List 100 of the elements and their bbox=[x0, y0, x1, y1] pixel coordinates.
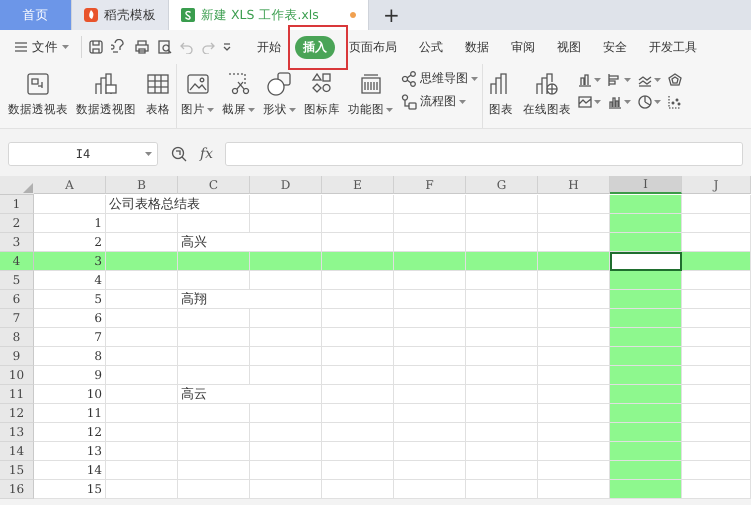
table-cell[interactable] bbox=[178, 214, 250, 233]
table-cell[interactable] bbox=[178, 423, 250, 442]
table-cell[interactable]: 3 bbox=[34, 252, 106, 271]
table-cell[interactable] bbox=[610, 385, 682, 404]
table-cell[interactable] bbox=[610, 366, 682, 385]
table-cell[interactable]: 12 bbox=[34, 423, 106, 442]
table-cell[interactable] bbox=[322, 480, 394, 499]
file-menu[interactable]: 文件 bbox=[14, 38, 75, 56]
table-cell[interactable] bbox=[610, 347, 682, 366]
row-header[interactable]: 16 bbox=[0, 480, 34, 499]
ribbon-button[interactable]: 思维导图 bbox=[401, 70, 478, 87]
table-cell[interactable] bbox=[178, 461, 250, 480]
table-cell[interactable] bbox=[610, 195, 682, 214]
table-cell[interactable] bbox=[322, 423, 394, 442]
table-cell[interactable] bbox=[394, 328, 466, 347]
chart-type-button[interactable] bbox=[637, 94, 661, 110]
table-cell[interactable] bbox=[610, 404, 682, 423]
chart-type-button[interactable] bbox=[577, 72, 601, 88]
ribbon-button[interactable]: 图标库 bbox=[300, 68, 344, 119]
formula-input[interactable] bbox=[225, 142, 743, 166]
row-header[interactable]: 15 bbox=[0, 461, 34, 480]
table-cell[interactable] bbox=[250, 442, 322, 461]
column-header[interactable]: J bbox=[682, 176, 751, 194]
table-cell[interactable] bbox=[610, 309, 682, 328]
column-header[interactable]: G bbox=[466, 176, 538, 194]
table-cell[interactable] bbox=[466, 328, 538, 347]
table-cell[interactable] bbox=[682, 461, 751, 480]
table-cell[interactable] bbox=[682, 214, 751, 233]
table-cell[interactable] bbox=[322, 404, 394, 423]
table-cell[interactable] bbox=[178, 404, 250, 423]
table-cell[interactable] bbox=[682, 195, 751, 214]
table-cell[interactable] bbox=[106, 290, 178, 309]
column-header[interactable]: H bbox=[538, 176, 610, 194]
table-cell[interactable] bbox=[682, 442, 751, 461]
new-tab-button[interactable]: + bbox=[369, 0, 414, 30]
table-cell[interactable] bbox=[178, 347, 250, 366]
table-cell[interactable] bbox=[106, 366, 178, 385]
table-cell[interactable] bbox=[394, 214, 466, 233]
table-cell[interactable] bbox=[610, 233, 682, 252]
column-header[interactable]: A bbox=[34, 176, 106, 194]
table-cell[interactable] bbox=[466, 214, 538, 233]
table-cell[interactable] bbox=[250, 366, 322, 385]
table-cell[interactable] bbox=[610, 461, 682, 480]
table-cell[interactable] bbox=[394, 309, 466, 328]
table-cell[interactable] bbox=[178, 252, 250, 271]
ribbon-button[interactable]: 流程图 bbox=[401, 93, 478, 110]
table-cell[interactable] bbox=[466, 347, 538, 366]
table-cell[interactable]: 14 bbox=[34, 461, 106, 480]
table-cell[interactable] bbox=[106, 309, 178, 328]
table-cell[interactable] bbox=[466, 385, 538, 404]
table-cell[interactable] bbox=[250, 252, 322, 271]
row-header[interactable]: 3 bbox=[0, 233, 34, 252]
table-cell[interactable] bbox=[106, 480, 178, 499]
table-cell[interactable] bbox=[610, 442, 682, 461]
ribbon-button[interactable]: 功能图 bbox=[344, 68, 397, 119]
table-cell[interactable] bbox=[250, 309, 322, 328]
row-header[interactable]: 5 bbox=[0, 271, 34, 290]
row-header[interactable]: 4 bbox=[0, 252, 34, 271]
table-cell[interactable] bbox=[394, 271, 466, 290]
table-cell[interactable] bbox=[106, 404, 178, 423]
table-cell[interactable] bbox=[178, 271, 250, 290]
table-cell[interactable] bbox=[250, 404, 322, 423]
table-cell[interactable] bbox=[682, 252, 751, 271]
ribbon-tab[interactable]: 数据 bbox=[457, 36, 497, 58]
ribbon-button[interactable]: 数据透视表 bbox=[4, 68, 72, 119]
table-cell[interactable] bbox=[250, 328, 322, 347]
column-header[interactable]: B bbox=[106, 176, 178, 194]
table-cell[interactable] bbox=[610, 423, 682, 442]
table-cell[interactable] bbox=[682, 271, 751, 290]
table-cell[interactable] bbox=[322, 347, 394, 366]
row-header[interactable]: 12 bbox=[0, 404, 34, 423]
chart-type-button[interactable] bbox=[667, 72, 683, 88]
table-cell[interactable]: 6 bbox=[34, 309, 106, 328]
row-header[interactable]: 8 bbox=[0, 328, 34, 347]
document-tab[interactable]: 稻壳模板 bbox=[72, 0, 169, 30]
table-cell[interactable] bbox=[106, 347, 178, 366]
table-cell[interactable] bbox=[682, 328, 751, 347]
table-cell[interactable] bbox=[322, 385, 394, 404]
row-header[interactable]: 13 bbox=[0, 423, 34, 442]
table-cell[interactable] bbox=[178, 328, 250, 347]
table-cell[interactable] bbox=[682, 290, 751, 309]
selected-cell[interactable] bbox=[610, 252, 682, 271]
table-cell[interactable] bbox=[466, 461, 538, 480]
table-cell[interactable] bbox=[682, 480, 751, 499]
table-cell[interactable] bbox=[394, 423, 466, 442]
table-cell[interactable] bbox=[178, 366, 250, 385]
row-header[interactable]: 6 bbox=[0, 290, 34, 309]
table-cell[interactable] bbox=[394, 195, 466, 214]
chart-type-button[interactable] bbox=[607, 72, 631, 88]
name-box[interactable]: I4 bbox=[8, 142, 158, 166]
ribbon-button[interactable]: 图片 bbox=[177, 68, 218, 119]
table-cell[interactable]: 9 bbox=[34, 366, 106, 385]
table-cell[interactable] bbox=[106, 252, 178, 271]
ribbon-tab[interactable]: 开始 bbox=[249, 36, 289, 58]
table-cell[interactable]: 高翔 bbox=[178, 290, 322, 309]
table-cell[interactable] bbox=[394, 385, 466, 404]
table-cell[interactable] bbox=[466, 480, 538, 499]
table-cell[interactable]: 1 bbox=[34, 214, 106, 233]
column-header[interactable]: D bbox=[250, 176, 322, 194]
table-cell[interactable] bbox=[682, 347, 751, 366]
